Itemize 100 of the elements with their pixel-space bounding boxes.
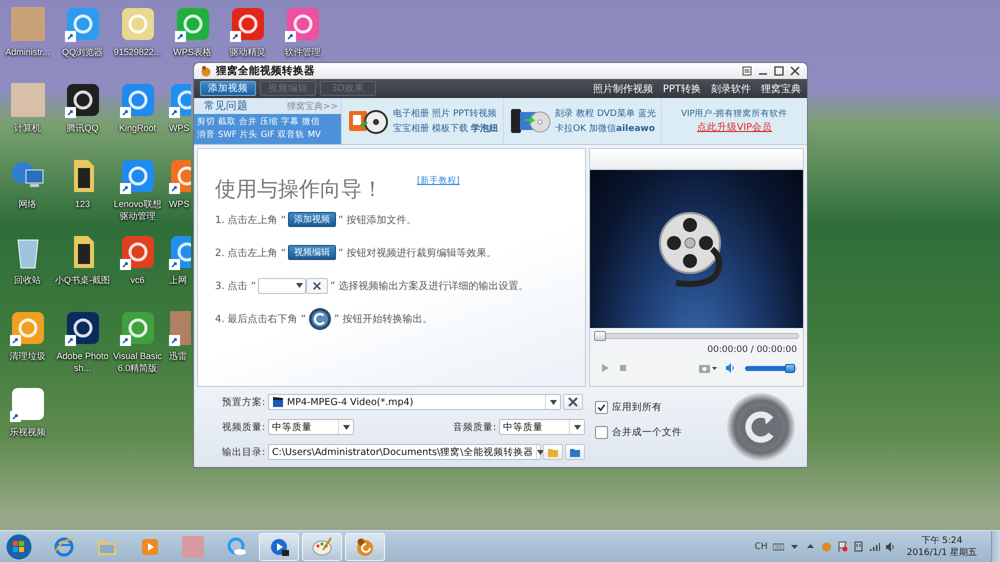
app-icon[interactable] (120, 234, 156, 270)
folder-button[interactable] (565, 444, 585, 460)
promo-link[interactable]: 教程 (576, 106, 594, 120)
icon-label: 123 (74, 198, 90, 210)
promo-link[interactable]: 模板下载 (432, 122, 468, 136)
promo-link[interactable]: 卡拉OK (555, 122, 586, 136)
keyboard-icon[interactable] (772, 541, 784, 552)
field-label: 视频质量: (222, 420, 266, 434)
checkmark-icon (597, 402, 606, 412)
promo-link[interactable]: 刻录 (555, 106, 573, 120)
app-icon[interactable] (64, 310, 100, 346)
icon-label: WPS (169, 198, 190, 210)
photo-placeholder (182, 536, 204, 558)
promo-link[interactable]: 宝宝相册 (393, 122, 429, 136)
faq-link[interactable]: 合并 (239, 116, 257, 129)
faq-link[interactable]: 双音轨 (278, 129, 305, 142)
promo-link[interactable]: DVD菜单 (597, 106, 635, 120)
faq-link[interactable]: SWF (218, 129, 237, 142)
seek-slider[interactable] (594, 331, 799, 341)
icon-label: 91529822... (114, 46, 162, 58)
app-icon[interactable] (64, 82, 100, 118)
faq-link[interactable]: 剪切 (197, 116, 215, 129)
caret-icon (342, 424, 350, 430)
icon-label: 软件管理 (284, 46, 320, 58)
speaker-icon[interactable] (884, 541, 896, 552)
toolbar-link[interactable]: 狸窝宝典 (761, 82, 801, 96)
icon-label: 乐视视频 (10, 426, 46, 438)
speaker-icon[interactable] (725, 363, 735, 373)
faq-link[interactable]: 消音 (197, 129, 215, 142)
audio-quality-dropdown[interactable]: 中等质量 (499, 419, 585, 435)
checkbox[interactable] (595, 400, 608, 414)
convert-icon[interactable] (308, 306, 332, 330)
seek-handle[interactable] (594, 331, 606, 341)
start-button[interactable] (4, 532, 34, 562)
tools-icon (312, 280, 322, 290)
signal-bars-icon[interactable] (868, 541, 880, 552)
icon-label: 回收站 (14, 274, 41, 286)
vip-upgrade-link[interactable]: 点此升级VIP会员 (696, 121, 772, 134)
promo-link[interactable]: 照片 (432, 106, 450, 120)
guide-title: 使用与操作向导！ (215, 176, 383, 203)
icon-label: 小Q书桌-截图 (55, 274, 110, 286)
faq-link[interactable]: 压缩 (260, 116, 278, 129)
checkbox-label: 应用到所有 (612, 400, 662, 414)
field-label: 输出目录: (222, 446, 266, 458)
camera-icon[interactable] (699, 363, 717, 373)
step-text: 2. 点击左上角 “ (215, 246, 286, 260)
icon-label: 上网 (169, 274, 187, 286)
step-text: ” 按钮对视频进行裁剪编辑等效果。 (338, 246, 496, 260)
icon-label: Lenovo联想驱动管理 (112, 198, 162, 222)
sample-tool-button[interactable] (306, 278, 328, 294)
tutorial-link[interactable]: [新手教程] (417, 175, 460, 187)
faq-link[interactable]: 片头 (240, 129, 258, 142)
promo-link[interactable]: 蓝光 (638, 106, 656, 120)
video-quality-dropdown[interactable]: 中等质量 (268, 419, 354, 435)
flag-icon[interactable] (836, 541, 848, 552)
step-text: ” 按钮开始转换输出。 (334, 312, 432, 326)
step-text: ” 按钮添加文件。 (338, 214, 416, 226)
faq-link[interactable]: 截取 (218, 116, 236, 129)
device-icon[interactable] (852, 541, 864, 552)
palette-icon (311, 536, 333, 558)
folder-icon (547, 446, 559, 458)
faq-link[interactable]: 微信 (302, 116, 320, 129)
checkbox[interactable] (595, 426, 608, 438)
icon-label: 驱动精灵 (230, 46, 266, 58)
field-label: 预置方案: (222, 396, 266, 408)
clock-date[interactable]: 2016/1/1 星期五 (906, 546, 977, 558)
folder-icon (569, 446, 581, 458)
close-icon[interactable] (789, 65, 801, 77)
promo-link[interactable]: 加微信aileawo (589, 122, 655, 136)
tools-button[interactable] (563, 394, 583, 410)
language-indicator[interactable]: CH (754, 542, 768, 552)
faq-link[interactable]: GIF (260, 129, 275, 142)
icon-label: WPS表格 (173, 46, 212, 58)
maximize-icon[interactable] (773, 65, 785, 77)
step-text: 4. 最后点击右下角 “ (215, 312, 306, 326)
toolbar-button[interactable]: 添加视频 (200, 81, 256, 96)
faq-link[interactable]: MV (308, 129, 321, 142)
volume-handle[interactable] (784, 364, 795, 372)
promo-link[interactable]: PPT转视频 (453, 106, 496, 120)
promo-link[interactable]: 电子相册 (393, 106, 429, 120)
toolbar-link[interactable]: PPT转换 (662, 82, 701, 96)
menu-icon[interactable] (741, 65, 753, 77)
sample-button[interactable]: 添加视频 (288, 212, 336, 227)
globe-icon (53, 536, 75, 558)
icon-label: vc6 (130, 274, 144, 286)
volume-slider[interactable] (745, 364, 797, 372)
output-folder-dropdown[interactable]: C:\Users\Administrator\Documents\狸窝\全能视频转换器 (268, 444, 541, 460)
toolbar-link[interactable]: 刻录软件 (711, 82, 751, 96)
tools-icon (567, 396, 579, 408)
promo-link[interactable]: 学泡妞 (471, 122, 498, 136)
taskbar-button[interactable] (259, 532, 299, 560)
icon-label: QQ浏览器 (62, 46, 103, 58)
sample-dropdown[interactable] (258, 278, 306, 294)
caret-icon (296, 282, 304, 288)
sample-button[interactable]: 视频编辑 (288, 245, 336, 260)
clock-time[interactable]: 下午 5:24 (921, 534, 962, 546)
faq-link[interactable]: 字幕 (281, 116, 299, 129)
toolbar-link[interactable]: 照片制作视频 (592, 82, 653, 96)
caret-icon (574, 424, 580, 430)
preset-dropdown[interactable]: MP4-MPEG-4 Video(*.mp4) (268, 394, 561, 410)
